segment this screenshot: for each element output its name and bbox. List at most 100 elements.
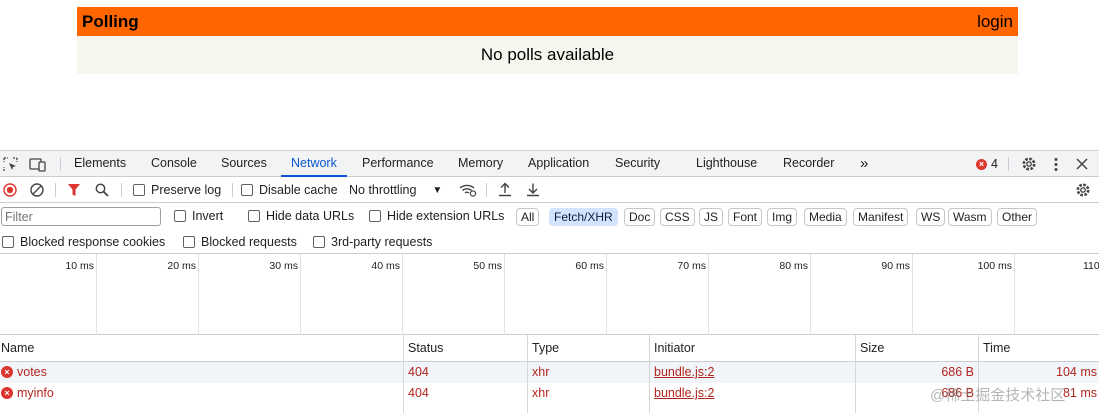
filter-funnel-icon[interactable] [67, 183, 81, 197]
request-name: myinfo [17, 386, 54, 400]
timeline-gridline [810, 254, 811, 335]
request-time: 104 ms [1056, 365, 1097, 379]
checkbox-box [174, 210, 186, 222]
export-har-icon[interactable] [526, 182, 540, 197]
timeline-gridline [912, 254, 913, 335]
request-error-icon: × [1, 366, 13, 378]
column-divider[interactable] [403, 335, 404, 413]
timeline-tick-label: 30 ms [269, 260, 298, 272]
request-initiator-link[interactable]: bundle.js:2 [654, 362, 714, 383]
timeline-tick-label: 100 ms [977, 260, 1012, 272]
chip-all[interactable]: All [516, 208, 540, 226]
inspect-element-icon[interactable] [3, 157, 18, 172]
error-count: 4 [991, 157, 998, 171]
timeline-gridline [606, 254, 607, 335]
column-header-time[interactable]: Time [983, 335, 1010, 362]
chip-js[interactable]: JS [699, 208, 724, 226]
tab-network[interactable]: Network [281, 151, 347, 177]
checkbox-box [313, 235, 325, 248]
filter-bar-secondary: Blocked response cookies Blocked request… [0, 229, 1099, 254]
toolbar-divider [55, 183, 56, 197]
timeline-tick-label: 20 ms [167, 260, 196, 272]
checkbox-box [183, 235, 195, 248]
page: Polling login No polls available Element… [0, 0, 1099, 413]
tab-recorder[interactable]: Recorder [783, 151, 834, 177]
devtools-panel: Elements Console Sources Network Perform… [0, 150, 1099, 413]
preserve-log-checkbox[interactable]: Preserve log [133, 177, 221, 203]
device-toolbar-icon[interactable] [29, 157, 47, 172]
request-initiator-link[interactable]: bundle.js:2 [654, 383, 714, 404]
blocked-requests-checkbox[interactable]: Blocked requests [183, 229, 297, 254]
chip-manifest[interactable]: Manifest [853, 208, 909, 226]
close-icon[interactable] [1076, 158, 1088, 170]
column-header-name[interactable]: Name [1, 335, 34, 362]
toolbar-divider [486, 183, 487, 197]
more-options-icon[interactable] [1053, 157, 1059, 172]
toolbar-divider [232, 183, 233, 197]
timeline-gridline [708, 254, 709, 335]
hide-extension-urls-checkbox[interactable]: Hide extension URLs [369, 203, 504, 229]
settings-gear-icon[interactable] [1021, 156, 1037, 172]
column-divider[interactable] [855, 335, 856, 413]
tab-console[interactable]: Console [151, 151, 197, 177]
tab-security[interactable]: Security [615, 151, 660, 177]
tab-divider [1008, 157, 1009, 171]
hide-data-urls-checkbox[interactable]: Hide data URLs [248, 203, 354, 229]
network-conditions-icon[interactable] [459, 183, 477, 197]
preserve-log-label: Preserve log [151, 183, 222, 197]
column-divider[interactable] [649, 335, 650, 413]
chip-css[interactable]: CSS [660, 208, 695, 226]
blocked-response-cookies-checkbox[interactable]: Blocked response cookies [2, 229, 165, 254]
error-counter[interactable]: × 4 [976, 157, 998, 171]
column-header-status[interactable]: Status [408, 335, 443, 362]
hide-extension-urls-label: Hide extension URLs [387, 209, 505, 223]
chip-media[interactable]: Media [804, 208, 847, 226]
timeline-tick-label: 70 ms [677, 260, 706, 272]
import-har-icon[interactable] [498, 182, 512, 197]
network-overview-timeline[interactable]: 10 ms 20 ms 30 ms 40 ms 50 ms 60 ms 70 m… [0, 254, 1099, 335]
chip-fetch-xhr[interactable]: Fetch/XHR [549, 208, 618, 226]
tab-performance[interactable]: Performance [362, 151, 434, 177]
filter-input[interactable] [1, 207, 161, 226]
timeline-gridline [504, 254, 505, 335]
column-header-type[interactable]: Type [532, 335, 559, 362]
chip-wasm[interactable]: Wasm [948, 208, 992, 226]
timeline-gridline [96, 254, 97, 335]
column-divider[interactable] [527, 335, 528, 413]
checkbox-box [133, 184, 145, 196]
request-status: 404 [408, 365, 429, 379]
hide-data-urls-label: Hide data URLs [266, 209, 355, 223]
throttling-value: No throttling [349, 183, 417, 197]
column-header-size[interactable]: Size [860, 335, 884, 362]
throttling-select[interactable]: No throttling ▼ [349, 177, 442, 203]
chip-ws[interactable]: WS [916, 208, 946, 226]
tab-application[interactable]: Application [528, 151, 589, 177]
timeline-gridline [198, 254, 199, 335]
chip-font[interactable]: Font [728, 208, 763, 226]
network-settings-gear-icon[interactable] [1075, 182, 1091, 198]
third-party-requests-label: 3rd-party requests [331, 234, 433, 249]
app-title: Polling [82, 11, 139, 31]
tab-sources[interactable]: Sources [221, 151, 267, 177]
chip-doc[interactable]: Doc [624, 208, 656, 226]
tab-divider [60, 157, 61, 171]
tab-memory[interactable]: Memory [458, 151, 503, 177]
tab-elements[interactable]: Elements [74, 151, 126, 177]
third-party-requests-checkbox[interactable]: 3rd-party requests [313, 229, 432, 254]
tab-lighthouse[interactable]: Lighthouse [696, 151, 757, 177]
filter-bar: Invert Hide data URLs Hide extension URL… [0, 203, 1099, 229]
more-tabs-icon[interactable]: » [860, 151, 868, 177]
disable-cache-checkbox[interactable]: Disable cache [241, 177, 338, 203]
clear-icon[interactable] [30, 183, 44, 197]
login-link[interactable]: login [977, 12, 1013, 32]
chip-img[interactable]: Img [767, 208, 798, 226]
column-header-initiator[interactable]: Initiator [654, 335, 695, 362]
table-row[interactable]: × votes 404 xhr bundle.js:2 686 B 104 ms [0, 362, 1099, 383]
timeline-tick-label: 40 ms [371, 260, 400, 272]
record-stop-icon[interactable] [3, 183, 17, 197]
empty-polls-message: No polls available [77, 36, 1018, 74]
search-icon[interactable] [95, 183, 109, 197]
invert-checkbox[interactable]: Invert [174, 203, 223, 229]
chip-other[interactable]: Other [997, 208, 1038, 226]
chevron-down-icon: ▼ [432, 184, 443, 196]
